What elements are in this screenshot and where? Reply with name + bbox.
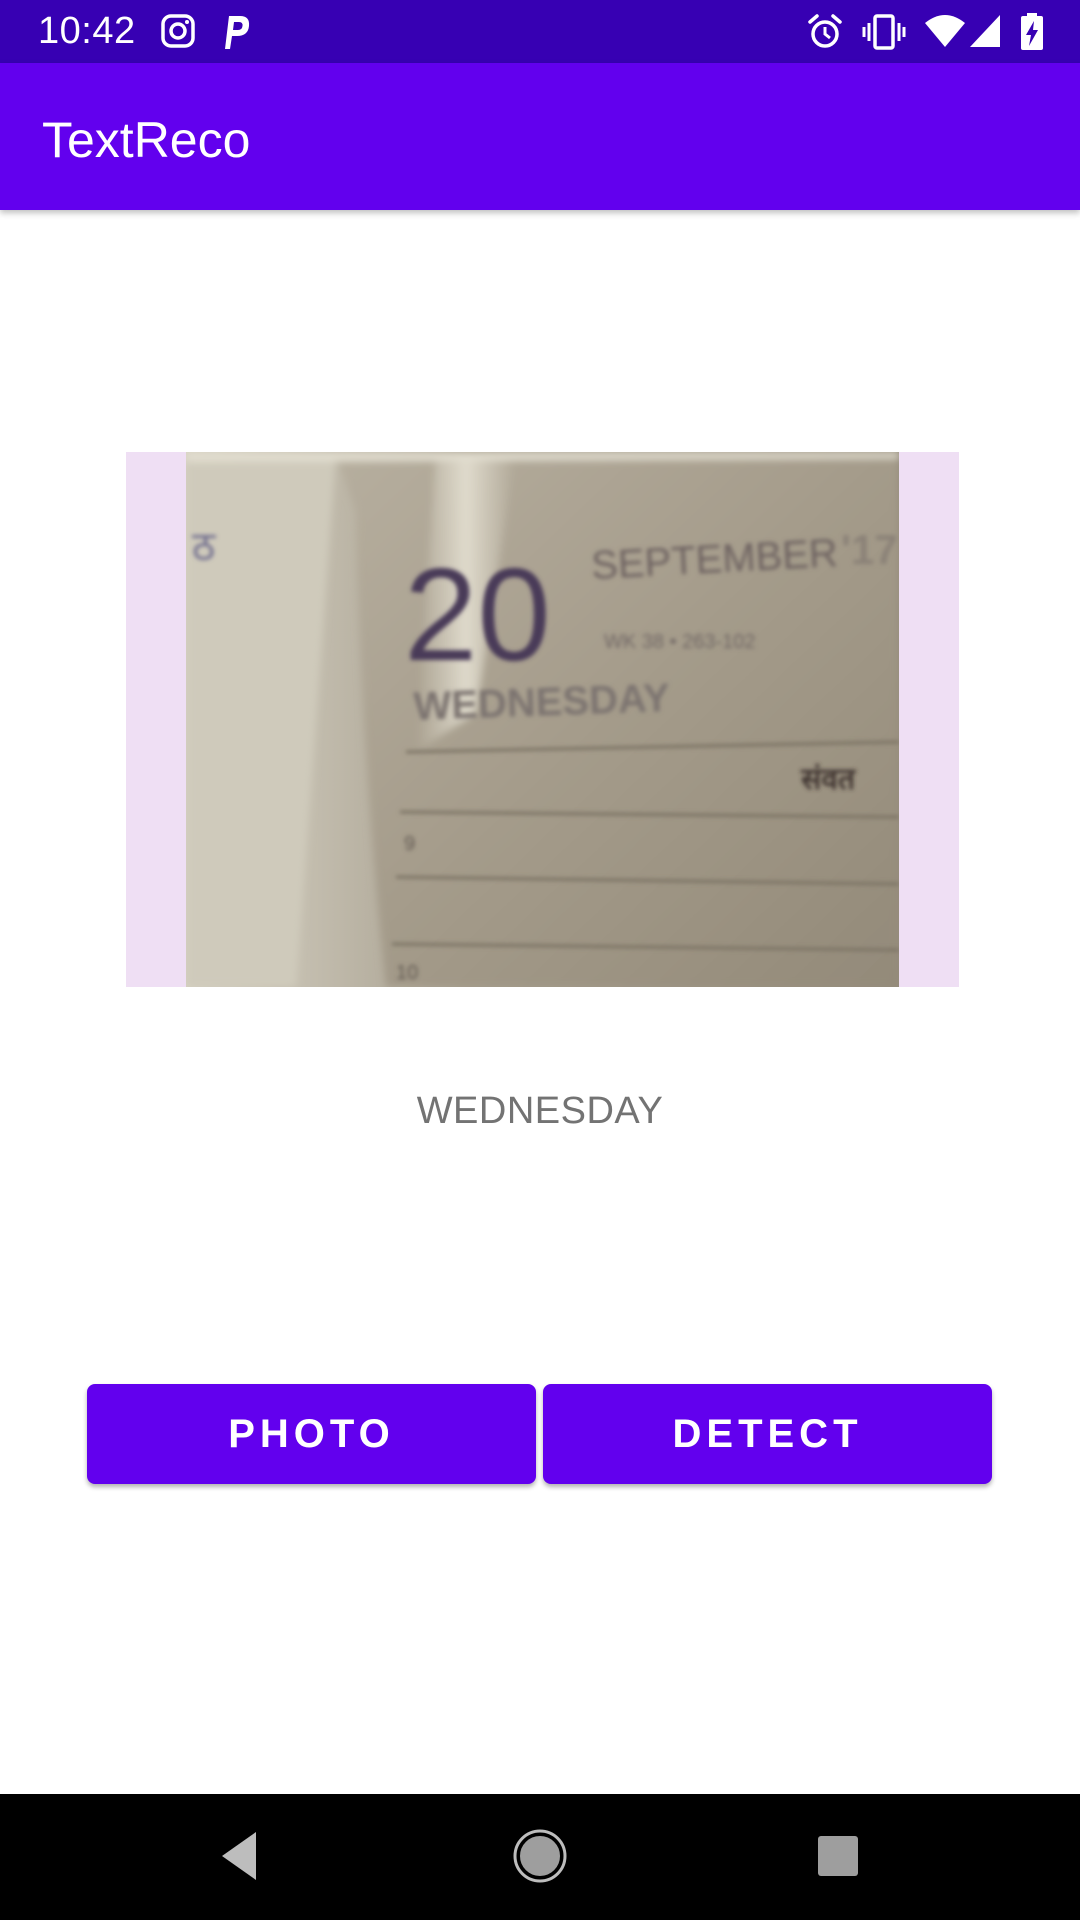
photo-small-line: WK 38 • 263-102 [604, 631, 756, 653]
alarm-icon [806, 13, 844, 56]
captured-image-view: 20 SEPTEMBER '17 WK 38 • 263-102 WEDNESD… [126, 452, 959, 987]
app-bar: TextReco [0, 63, 1080, 210]
recognized-text: WEDNESDAY [416, 1090, 664, 1132]
photo-hindi-text: संवत [800, 762, 857, 797]
photo-weekday: WEDNESDAY [413, 676, 671, 729]
instagram-icon [160, 13, 196, 54]
photo-button[interactable]: PHOTO [87, 1384, 536, 1484]
status-time: 10:42 [38, 10, 136, 52]
status-bar: 10:42 [0, 0, 1080, 63]
captured-photo: 20 SEPTEMBER '17 WK 38 • 263-102 WEDNESD… [186, 452, 899, 987]
navigation-bar [0, 1794, 1080, 1920]
photo-corner-mark: ठ [192, 524, 216, 570]
photo-day-number: 20 [404, 541, 551, 688]
recents-icon[interactable] [814, 1824, 862, 1893]
photo-year-fragment: '17 [841, 526, 898, 573]
cell-signal-icon [968, 13, 1002, 54]
vibrate-icon [862, 13, 906, 56]
home-icon[interactable] [510, 1824, 570, 1893]
battery-charging-icon [1020, 13, 1044, 56]
p-app-icon [220, 13, 252, 56]
detect-button[interactable]: DETECT [543, 1384, 992, 1484]
photo-line-10: 10 [396, 962, 418, 984]
back-icon[interactable] [212, 1824, 268, 1893]
wifi-icon [924, 13, 966, 54]
photo-line-9: 9 [404, 833, 415, 855]
app-title: TextReco [42, 112, 251, 168]
